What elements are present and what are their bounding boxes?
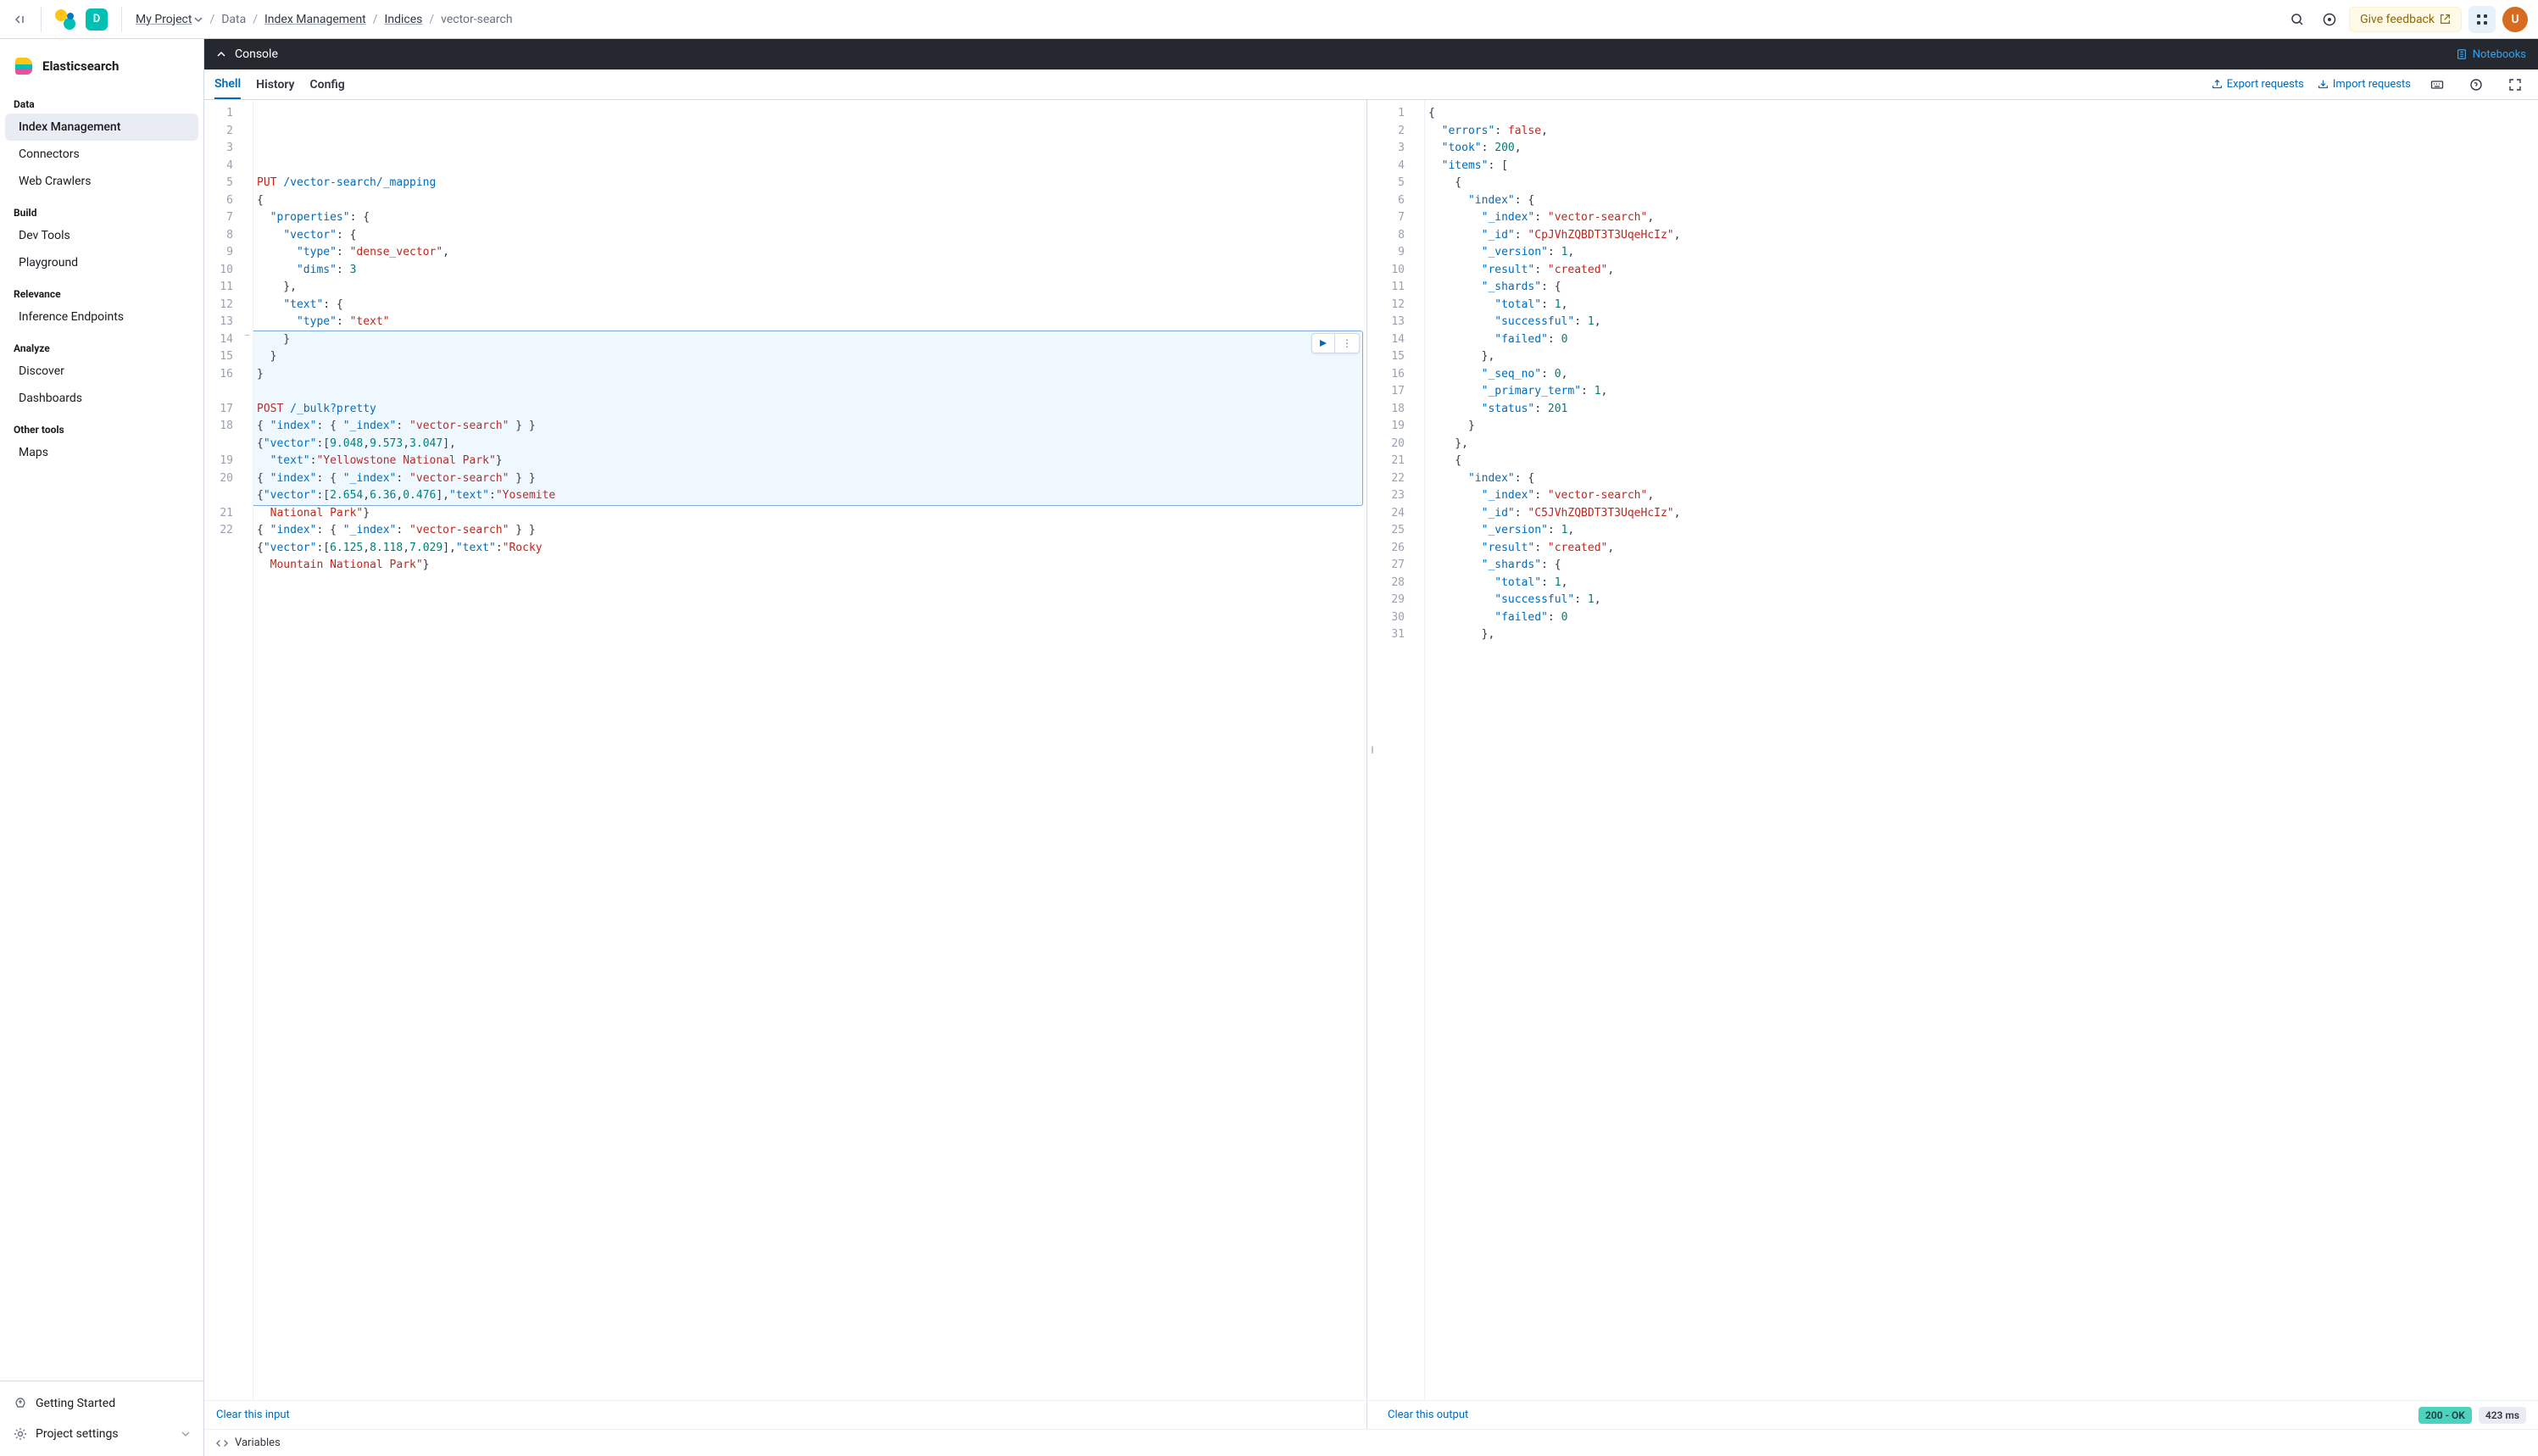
sidebar-title: Elasticsearch bbox=[42, 58, 119, 74]
notebook-icon bbox=[2456, 48, 2468, 60]
apps-menu-button[interactable] bbox=[2468, 6, 2496, 33]
breadcrumb-data[interactable]: Data bbox=[221, 13, 246, 26]
sidebar-item[interactable]: Dev Tools bbox=[5, 222, 198, 249]
output-gutter: 1234567891011121314151617181920212223242… bbox=[1376, 100, 1413, 1400]
variables-row[interactable]: Variables bbox=[204, 1429, 2538, 1456]
console-title: Console bbox=[235, 47, 278, 61]
sidebar-project-settings[interactable]: Project settings bbox=[0, 1419, 203, 1449]
fullscreen-icon[interactable] bbox=[2502, 72, 2528, 97]
console-tabs-row: Shell History Config Export requests Impor… bbox=[204, 69, 2538, 100]
fold-column bbox=[1413, 100, 1425, 1400]
input-pane[interactable]: 12345678910111213141516 1718 1920 2122 —… bbox=[204, 100, 1366, 1400]
help-icon[interactable] bbox=[2317, 7, 2342, 32]
sidebar-getting-started[interactable]: Getting Started bbox=[0, 1388, 203, 1419]
export-requests-button[interactable]: Export requests bbox=[2212, 78, 2304, 91]
divider bbox=[41, 7, 42, 32]
sidebar-section-header: Data bbox=[0, 86, 203, 114]
gear-icon bbox=[14, 1427, 27, 1441]
export-icon bbox=[2212, 79, 2223, 90]
topbar: D My Project / Data / Index Management /… bbox=[0, 0, 2538, 39]
input-gutter: 12345678910111213141516 1718 1920 2122 bbox=[204, 100, 242, 1400]
chevron-down-icon bbox=[194, 15, 203, 24]
pane-splitter[interactable]: || bbox=[1367, 100, 1376, 1400]
sidebar-item[interactable]: Maps bbox=[5, 439, 198, 466]
fold-handle-icon[interactable]: — bbox=[242, 325, 253, 345]
elasticsearch-logo-icon bbox=[14, 56, 34, 76]
editor-area: 12345678910111213141516 1718 1920 2122 —… bbox=[204, 100, 2538, 1400]
import-icon bbox=[2318, 79, 2329, 90]
main-content: Console Notebooks Shell History Config Exp… bbox=[204, 39, 2538, 1456]
sidebar-section-header: Other tools bbox=[0, 412, 203, 439]
elastic-logo-icon[interactable] bbox=[55, 9, 75, 30]
keyboard-shortcuts-icon[interactable] bbox=[2424, 72, 2450, 97]
feedback-button[interactable]: Give feedback bbox=[2349, 7, 2462, 32]
output-code[interactable]: { "errors": false, "took": 200, "items":… bbox=[1425, 100, 2538, 1400]
divider bbox=[121, 7, 122, 32]
console-help-icon[interactable] bbox=[2463, 72, 2489, 97]
console-tab[interactable]: History bbox=[256, 69, 294, 99]
breadcrumb-indices[interactable]: Indices bbox=[385, 13, 423, 26]
rocket-icon bbox=[14, 1397, 27, 1410]
clear-input-button[interactable]: Clear this input bbox=[216, 1409, 290, 1421]
breadcrumb-current: vector-search bbox=[441, 13, 512, 26]
sidebar-section-header: Analyze bbox=[0, 331, 203, 358]
sidebar-item[interactable]: Dashboards bbox=[5, 385, 198, 412]
sidebar-section-header: Build bbox=[0, 195, 203, 222]
console-tab[interactable]: Config bbox=[310, 69, 345, 99]
collapse-sidebar-button[interactable] bbox=[10, 11, 27, 28]
sidebar-item[interactable]: Index Management bbox=[5, 114, 198, 141]
request-run-controls: ⋮ bbox=[1311, 333, 1360, 353]
breadcrumb: My Project / Data / Index Management / I… bbox=[136, 13, 513, 26]
external-link-icon bbox=[2440, 14, 2451, 25]
sidebar-item[interactable]: Connectors bbox=[5, 141, 198, 168]
breadcrumb-index-mgmt[interactable]: Index Management bbox=[264, 13, 366, 26]
search-icon[interactable] bbox=[2285, 7, 2310, 32]
input-code[interactable]: ⋮ PUT /vector-search/_mapping{ "properti… bbox=[253, 100, 1366, 1400]
chevron-down-icon bbox=[181, 1430, 190, 1438]
breadcrumb-project[interactable]: My Project bbox=[136, 13, 203, 26]
response-time-badge: 423 ms bbox=[2479, 1407, 2526, 1424]
sidebar: Elasticsearch DataIndex ManagementConnec… bbox=[0, 39, 204, 1456]
deployment-badge[interactable]: D bbox=[86, 8, 108, 31]
request-menu-button[interactable]: ⋮ bbox=[1334, 334, 1359, 353]
import-requests-button[interactable]: Import requests bbox=[2318, 78, 2411, 91]
console-tab[interactable]: Shell bbox=[214, 69, 241, 99]
sidebar-section-header: Relevance bbox=[0, 276, 203, 303]
sidebar-item[interactable]: Discover bbox=[5, 358, 198, 385]
run-request-button[interactable] bbox=[1312, 334, 1334, 353]
console-header: Console Notebooks bbox=[204, 39, 2538, 69]
notebooks-link[interactable]: Notebooks bbox=[2456, 48, 2526, 61]
clear-output-button[interactable]: Clear this output bbox=[1388, 1409, 1468, 1421]
chevron-up-icon[interactable] bbox=[216, 49, 226, 59]
user-avatar[interactable]: U bbox=[2502, 7, 2528, 32]
sidebar-item[interactable]: Playground bbox=[5, 249, 198, 276]
sidebar-item[interactable]: Web Crawlers bbox=[5, 168, 198, 195]
status-badge: 200 - OK bbox=[2418, 1407, 2472, 1424]
editor-footer: Clear this input Clear this output 200 -… bbox=[204, 1400, 2538, 1429]
sidebar-item[interactable]: Inference Endpoints bbox=[5, 303, 198, 331]
output-pane[interactable]: 1234567891011121314151617181920212223242… bbox=[1376, 100, 2538, 1400]
fold-column: — bbox=[242, 100, 253, 1400]
code-icon bbox=[216, 1437, 228, 1449]
